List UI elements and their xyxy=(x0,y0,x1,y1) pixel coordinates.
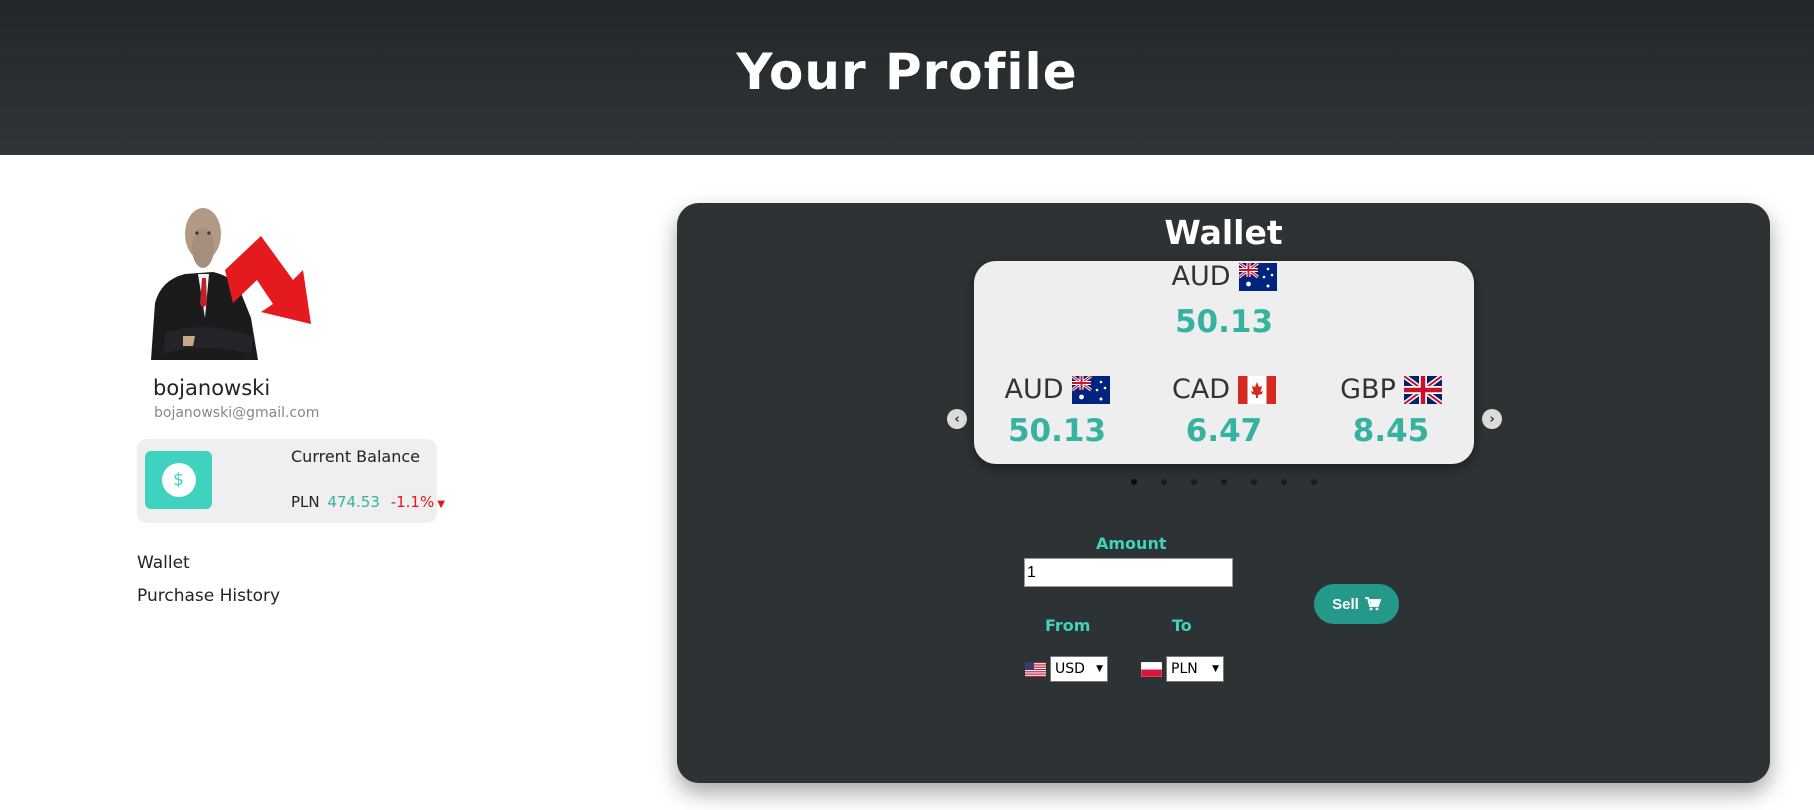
balance-amount: 474.53 xyxy=(327,493,380,511)
currency-slot[interactable]: AUD 50.13 xyxy=(982,374,1132,449)
balance-title: Current Balance xyxy=(291,447,420,466)
wallet-title: Wallet xyxy=(1164,213,1283,252)
amount-input[interactable] xyxy=(1024,558,1233,587)
sell-button-label: Sell xyxy=(1332,595,1359,613)
carousel-prev-button[interactable]: ‹ xyxy=(947,409,967,429)
chevron-right-icon: › xyxy=(1489,411,1495,427)
currency-carousel: AUD 50.13 AUD 50.13 CAD 6.47 GBP 8.45 xyxy=(974,261,1474,464)
nav-link-wallet[interactable]: Wallet xyxy=(137,553,190,573)
currency-slot-value: 6.47 xyxy=(1185,413,1263,449)
cart-icon xyxy=(1364,597,1381,611)
canada-flag-icon xyxy=(1238,375,1277,404)
carousel-dots xyxy=(677,479,1770,485)
balance-change: -1.1% ▼ xyxy=(391,493,445,511)
currency-slot[interactable]: GBP 8.45 xyxy=(1316,374,1466,449)
currency-slot[interactable]: CAD 6.47 xyxy=(1149,374,1299,449)
carousel-dot[interactable] xyxy=(1220,479,1227,485)
balance-icon-box: $ xyxy=(145,451,212,509)
from-currency-select[interactable]: USD ▼ xyxy=(1050,656,1108,682)
currency-slot-label: CAD xyxy=(1171,374,1277,405)
currency-slot-code: CAD xyxy=(1171,374,1231,405)
from-currency-value: USD xyxy=(1055,661,1085,677)
chevron-down-icon: ▼ xyxy=(1212,664,1219,674)
page-header: Your Profile xyxy=(0,0,1814,155)
caret-down-icon: ▼ xyxy=(437,499,445,510)
to-currency-select-wrap: PLN ▼ xyxy=(1141,656,1224,682)
carousel-dot[interactable] xyxy=(1160,479,1167,485)
carousel-dot[interactable] xyxy=(1130,479,1137,485)
from-currency-select-wrap: USD ▼ xyxy=(1025,656,1108,682)
page-title: Your Profile xyxy=(736,42,1078,101)
username: bojanowski xyxy=(153,376,271,400)
carousel-dot[interactable] xyxy=(1280,479,1287,485)
sell-button[interactable]: Sell xyxy=(1314,584,1399,624)
balance-change-value: -1.1% xyxy=(390,493,435,511)
dollar-icon: $ xyxy=(161,463,196,497)
currency-slot-value: 50.13 xyxy=(1007,413,1107,449)
amount-label: Amount xyxy=(1096,534,1167,553)
currency-slot-label: AUD xyxy=(1004,374,1110,405)
wallet-panel: Wallet ‹ › AUD 50.13 AUD 50.13 CAD 6.47 … xyxy=(677,203,1770,783)
user-email: bojanowski@gmail.com xyxy=(154,405,320,421)
us-flag-icon xyxy=(1025,661,1046,677)
to-label: To xyxy=(1172,616,1192,635)
currency-slot-code: AUD xyxy=(1004,374,1064,405)
carousel-dot[interactable] xyxy=(1310,479,1317,485)
poland-flag-icon xyxy=(1141,661,1162,677)
australia-flag-icon xyxy=(1071,375,1110,404)
avatar xyxy=(151,208,311,360)
featured-currency-code: AUD xyxy=(1171,261,1231,292)
balance-currency: PLN xyxy=(291,493,320,511)
australia-flag-icon xyxy=(1238,262,1277,291)
chevron-down-icon: ▼ xyxy=(1096,664,1103,674)
nav-link-purchase-history[interactable]: Purchase History xyxy=(137,586,280,606)
to-currency-select[interactable]: PLN ▼ xyxy=(1166,656,1224,682)
currency-slot-code: GBP xyxy=(1340,374,1396,405)
carousel-next-button[interactable]: › xyxy=(1482,409,1502,429)
from-label: From xyxy=(1045,616,1091,635)
balance-line: PLN 474.53 -1.1% ▼ xyxy=(291,493,445,511)
carousel-dot[interactable] xyxy=(1250,479,1257,485)
featured-currency-label: AUD xyxy=(1171,261,1277,292)
featured-currency: AUD 50.13 xyxy=(974,261,1474,340)
currency-slot-label: GBP xyxy=(1340,374,1442,405)
featured-currency-value: 50.13 xyxy=(1174,304,1274,340)
chevron-left-icon: ‹ xyxy=(954,411,960,427)
carousel-dot[interactable] xyxy=(1190,479,1197,485)
to-currency-value: PLN xyxy=(1171,661,1198,677)
uk-flag-icon xyxy=(1403,375,1442,404)
currency-slot-value: 8.45 xyxy=(1352,413,1430,449)
balance-card: $ Current Balance PLN 474.53 -1.1% ▼ xyxy=(137,439,445,523)
